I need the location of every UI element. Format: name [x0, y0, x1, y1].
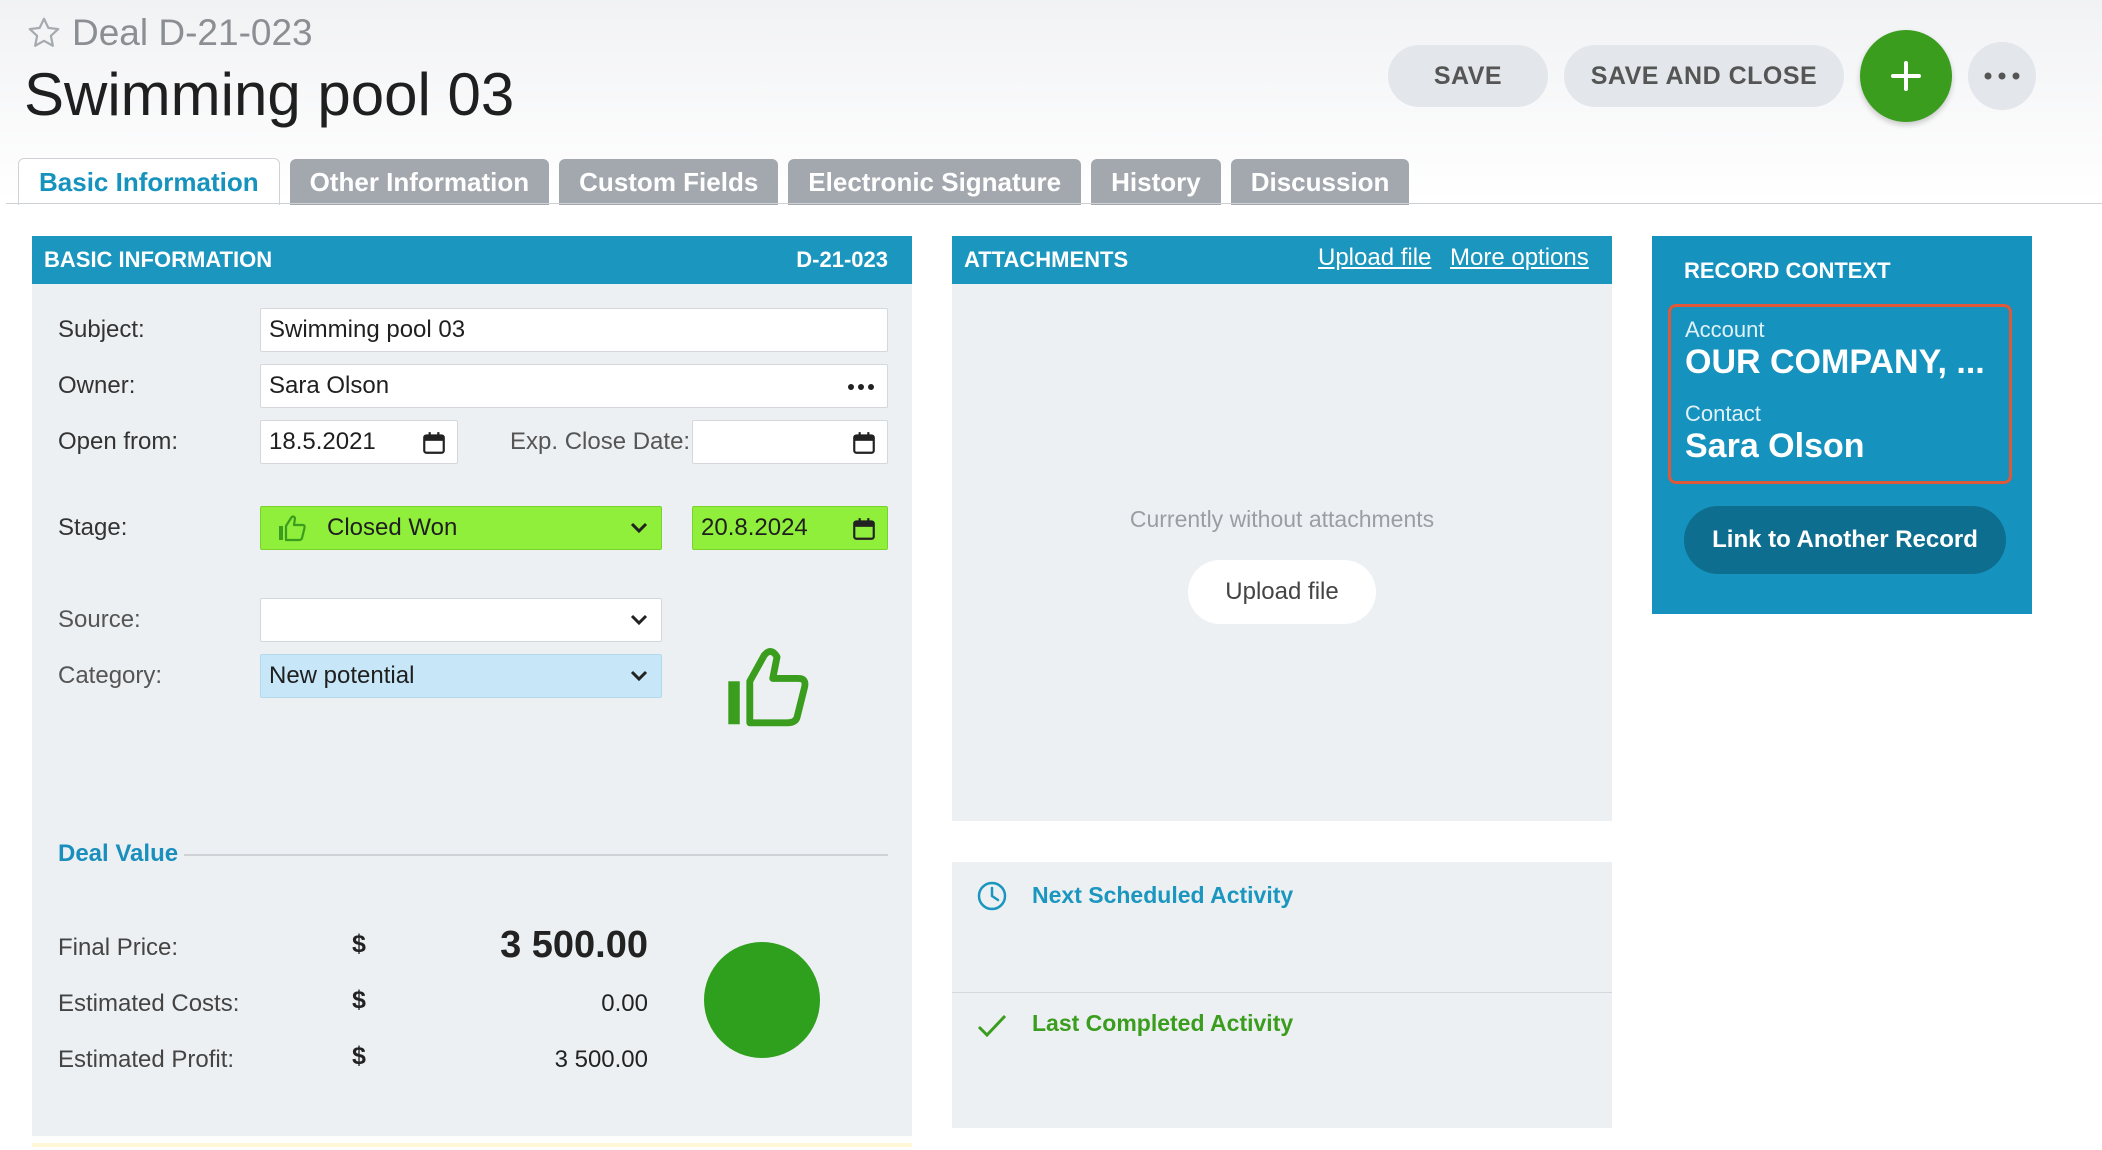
star-icon[interactable] [26, 15, 62, 51]
contact-link[interactable]: Sara Olson [1685, 427, 1865, 466]
thumbs-up-icon [279, 515, 306, 542]
save-and-close-button[interactable]: SAVE AND CLOSE [1564, 45, 1844, 107]
deal-line: Deal D-21-023 [26, 12, 313, 54]
currency-symbol: $ [352, 986, 366, 1014]
attachments-panel: ATTACHMENTS Upload file More options Cur… [952, 236, 1612, 821]
contact-label: Contact [1685, 401, 1761, 426]
account-link[interactable]: OUR COMPANY, ... [1685, 343, 1985, 382]
estimated-costs-label: Estimated Costs: [58, 990, 240, 1017]
add-button[interactable] [1860, 30, 1952, 122]
source-select[interactable] [260, 598, 662, 642]
tab-custom-fields[interactable]: Custom Fields [559, 159, 779, 205]
check-icon [977, 1014, 1007, 1038]
tab-divider [6, 203, 2102, 204]
section-divider [184, 854, 888, 856]
currency-symbol: $ [352, 1042, 366, 1070]
estimated-profit-value: 3 500.00 [554, 1046, 648, 1073]
thumbs-up-icon [728, 648, 809, 727]
ellipsis-icon[interactable] [847, 383, 875, 391]
currency-symbol: $ [352, 930, 366, 958]
more-options-link[interactable]: More options [1450, 244, 1589, 272]
calendar-icon[interactable] [421, 430, 447, 456]
last-completed-activity-label[interactable]: Last Completed Activity [1032, 1010, 1293, 1037]
upload-file-link[interactable]: Upload file [1318, 244, 1431, 272]
exp-close-date-label: Exp. Close Date: [510, 428, 691, 455]
final-price-label: Final Price: [58, 934, 179, 961]
record-context-title: RECORD CONTEXT [1684, 258, 1891, 283]
tab-history[interactable]: History [1091, 159, 1221, 205]
activity-divider [952, 992, 1612, 993]
stage-select[interactable]: Closed Won [260, 506, 662, 550]
open-from-value: 18.5.2021 [269, 428, 376, 455]
category-label: Category: [58, 662, 163, 689]
stage-value: Closed Won [327, 514, 458, 541]
panel-bottom-strip [32, 1143, 912, 1147]
tab-electronic-signature[interactable]: Electronic Signature [788, 159, 1082, 205]
estimated-profit-label: Estimated Profit: [58, 1046, 235, 1073]
stage-date-input[interactable]: 20.8.2024 [692, 506, 888, 550]
deal-value-title: Deal Value [58, 840, 179, 867]
estimated-costs-value: 0.00 [601, 990, 648, 1017]
activities-panel: Next Scheduled Activity Last Completed A… [952, 862, 1612, 1128]
panel-title: BASIC INFORMATION [44, 247, 273, 272]
chevron-down-icon [630, 522, 648, 534]
tab-bar: Basic Information Other Information Cust… [18, 158, 1410, 205]
attachments-header: ATTACHMENTS Upload file More options [952, 236, 1612, 284]
account-label: Account [1685, 317, 1765, 342]
more-actions-button[interactable] [1968, 42, 2036, 110]
deal-number-label: Deal D-21-023 [72, 12, 313, 53]
subject-input[interactable]: Swimming pool 03 [260, 308, 888, 352]
next-scheduled-activity-label[interactable]: Next Scheduled Activity [1032, 882, 1293, 909]
profit-indicator [704, 942, 820, 1058]
calendar-icon[interactable] [851, 430, 877, 456]
chevron-down-icon [630, 670, 648, 682]
record-context-panel: RECORD CONTEXT Account OUR COMPANY, ... … [1652, 236, 2032, 614]
page-title: Swimming pool 03 [24, 61, 515, 128]
open-from-input[interactable]: 18.5.2021 [260, 420, 458, 464]
context-links-box: Account OUR COMPANY, ... Contact Sara Ol… [1668, 304, 2012, 484]
upload-file-button[interactable]: Upload file [1188, 560, 1376, 624]
owner-input[interactable]: Sara Olson [260, 364, 888, 408]
link-to-another-record-button[interactable]: Link to Another Record [1684, 506, 2006, 574]
exp-close-date-input[interactable] [692, 420, 888, 464]
ellipsis-icon [1984, 72, 2020, 80]
basic-information-panel: BASIC INFORMATION D-21-023 Subject: Swim… [32, 236, 912, 1136]
subject-label: Subject: [58, 316, 145, 343]
calendar-icon[interactable] [851, 516, 877, 542]
basic-information-header: BASIC INFORMATION D-21-023 [32, 236, 912, 284]
open-from-label: Open from: [58, 428, 179, 455]
clock-icon [977, 881, 1007, 911]
panel-title: ATTACHMENTS [964, 247, 1129, 272]
stage-label: Stage: [58, 514, 128, 541]
stage-date-value: 20.8.2024 [701, 514, 808, 541]
category-select[interactable]: New potential [260, 654, 662, 698]
tab-discussion[interactable]: Discussion [1230, 159, 1410, 205]
save-button[interactable]: SAVE [1388, 45, 1548, 107]
category-value: New potential [269, 662, 415, 689]
final-price-value: 3 500.00 [500, 924, 648, 966]
chevron-down-icon [630, 614, 648, 626]
tab-other-information[interactable]: Other Information [289, 159, 550, 205]
source-label: Source: [58, 606, 141, 633]
plus-icon [1891, 61, 1921, 91]
tab-basic-information[interactable]: Basic Information [18, 158, 280, 205]
empty-attachments-text: Currently without attachments [1129, 506, 1435, 532]
owner-label: Owner: [58, 372, 136, 399]
record-id: D-21-023 [796, 247, 888, 272]
owner-value: Sara Olson [269, 372, 390, 399]
